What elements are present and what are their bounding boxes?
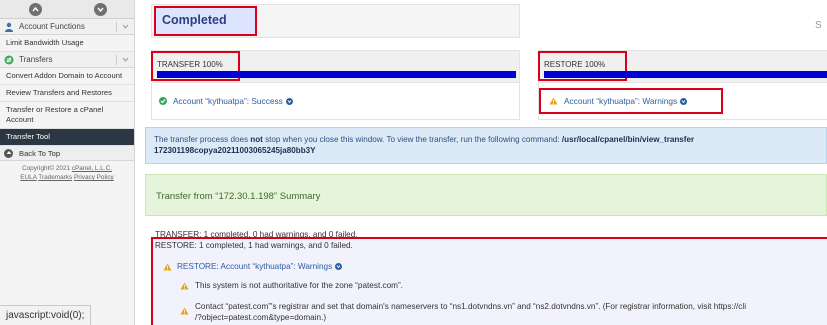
transfer-summary-line: TRANSFER: 1 completed, 0 had warnings, a…: [155, 230, 358, 239]
back-to-top-label: Back To Top: [19, 148, 61, 158]
back-to-top-link[interactable]: Back To Top: [0, 146, 134, 161]
check-icon: [159, 97, 167, 105]
info-callout: The transfer process does not stop when …: [145, 127, 827, 164]
expand-details-icon[interactable]: [335, 263, 343, 270]
sidebar-top-controls: [0, 0, 134, 19]
transfer-status[interactable]: Account “kythuatpa”: Success: [152, 83, 519, 119]
expand-details-icon[interactable]: [680, 97, 688, 105]
info-text-part1: The transfer process does: [154, 135, 251, 144]
completed-panel: Completed: [151, 4, 520, 38]
page-title: Completed: [154, 6, 257, 36]
divider: [116, 55, 117, 65]
sidebar-section-account-functions[interactable]: Account Functions: [0, 19, 134, 35]
sidebar-item-transfer-restore[interactable]: Transfer or Restore a cPanel Account: [0, 102, 134, 129]
main-content: Completed S TRANSFER 100% Account “kythu…: [145, 0, 827, 325]
restore-account-warning-text[interactable]: RESTORE: Account “kythuatpa”: Warnings: [177, 262, 332, 271]
warning-icon: [163, 263, 172, 270]
expand-details-icon[interactable]: [285, 97, 293, 105]
view-transfer-command: /usr/local/cpanel/bin/view_transfer: [561, 135, 695, 144]
summary-header: Transfer from “172.30.1.198” Summary: [145, 174, 827, 216]
warning-icon: [549, 97, 558, 105]
restore-status[interactable]: Account “kythuatpa”: Warnings: [539, 83, 827, 119]
browser-status-bar: javascript:void(0);: [0, 305, 92, 325]
warning-text: Contact “patest.com”'s registrar and set…: [195, 302, 747, 311]
view-transfer-command-id: 172301198copya20211003065245ja80bb3Y: [154, 146, 316, 155]
arrow-up-icon: [4, 148, 13, 158]
privacy-policy-link[interactable]: Privacy Policy: [74, 174, 114, 181]
chevron-down-icon[interactable]: [122, 56, 129, 63]
restore-summary-line: RESTORE: 1 completed, 1 had warnings, an…: [155, 241, 353, 250]
transfer-progress-bar: [157, 71, 516, 78]
copyright: Copyright© 2021 cPanel, L.L.C. EULA Trad…: [0, 161, 134, 182]
warning-icon: [180, 282, 189, 289]
truncated-text: S: [815, 20, 822, 31]
warning-text-cont: /?object=patest.com&type=domain.): [195, 313, 327, 322]
info-text-part2: stop when you close this window. To view…: [262, 135, 562, 144]
sidebar-section-transfers[interactable]: Transfers: [0, 52, 134, 68]
warning-icon: [180, 307, 189, 315]
expand-down-icon[interactable]: [94, 3, 107, 16]
sidebar-item-convert-addon[interactable]: Convert Addon Domain to Account: [0, 68, 134, 85]
sidebar-item-transfer-tool[interactable]: Transfer Tool: [0, 129, 134, 146]
copyright-text: Copyright© 2021: [22, 165, 71, 172]
restore-account-warning[interactable]: RESTORE: Account “kythuatpa”: Warnings: [163, 262, 343, 271]
transfer-progress-box: TRANSFER 100% Account “kythuatpa”: Succe…: [151, 50, 520, 120]
sidebar-section-label: Account Functions: [19, 22, 85, 31]
cpanel-link[interactable]: cPanel, L.L.C.: [72, 165, 112, 172]
sidebar-item-review-transfers[interactable]: Review Transfers and Restores: [0, 85, 134, 102]
divider: [116, 22, 117, 32]
user-icon: [5, 22, 13, 32]
warning-item: This system is not authoritative for the…: [180, 281, 403, 290]
sidebar-item-limit-bandwidth[interactable]: Limit Bandwidth Usage: [0, 35, 134, 52]
collapse-up-icon[interactable]: [29, 3, 42, 16]
transfers-icon: [4, 55, 14, 64]
info-bold-word: not: [250, 135, 263, 144]
warning-item: Contact “patest.com”'s registrar and set…: [180, 301, 746, 323]
eula-link[interactable]: EULA: [20, 174, 36, 181]
warning-text: This system is not authoritative for the…: [195, 281, 403, 290]
restore-status-text[interactable]: Account “kythuatpa”: Warnings: [564, 96, 677, 106]
restore-status-highlight: Account “kythuatpa”: Warnings: [539, 88, 723, 114]
restore-progress-bar: [544, 71, 827, 78]
chevron-down-icon[interactable]: [122, 23, 129, 30]
transfer-status-text[interactable]: Account “kythuatpa”: Success: [173, 96, 283, 106]
restore-summary-section: RESTORE: 1 completed, 1 had warnings, an…: [151, 237, 827, 325]
sidebar: Account Functions Limit Bandwidth Usage …: [0, 0, 135, 325]
restore-progress-box: RESTORE 100% Account “kythuatpa”: Warnin…: [538, 50, 827, 120]
sidebar-section-label: Transfers: [19, 55, 53, 64]
trademarks-link[interactable]: Trademarks: [38, 174, 72, 181]
